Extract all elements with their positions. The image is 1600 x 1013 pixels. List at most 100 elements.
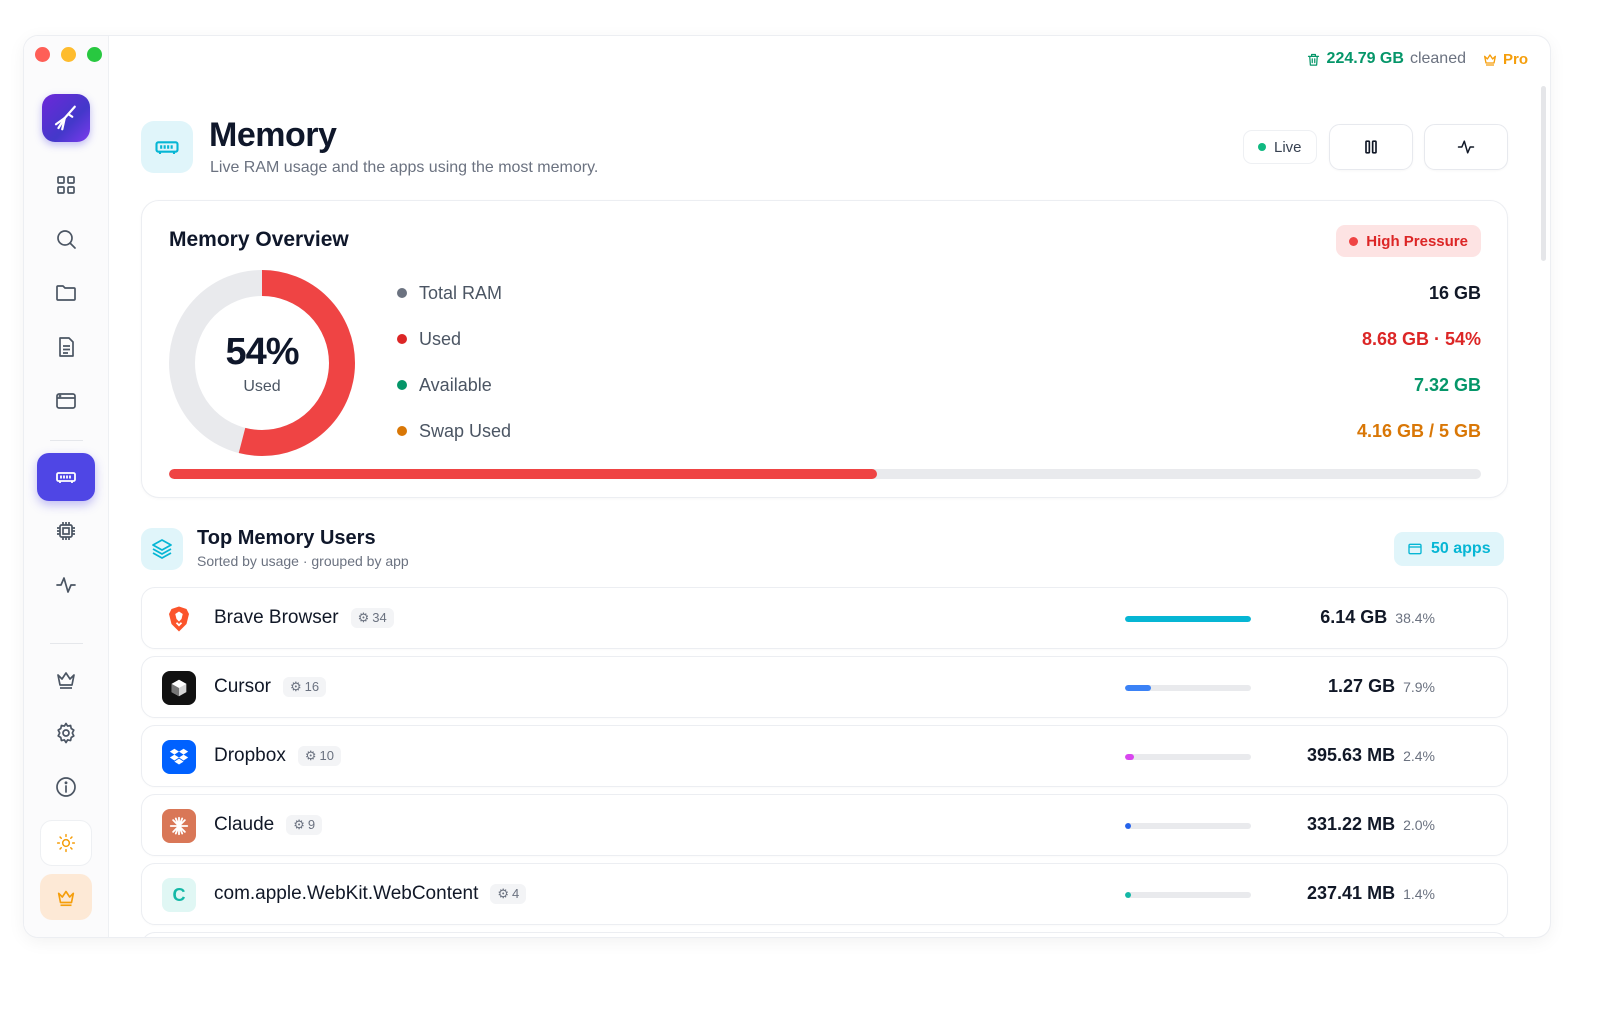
window-controls [35, 47, 102, 62]
app-size-percent: 7.9% [1403, 679, 1435, 695]
dropbox-icon [162, 740, 196, 774]
process-chip-icon: ⚙ [357, 609, 370, 625]
app-row[interactable]: C com.apple.WebKit.WebContent ⚙ 4 237.41 M… [141, 863, 1508, 925]
stat-dot [397, 426, 407, 436]
theme-toggle-button[interactable] [40, 820, 92, 866]
sidebar-item-windows[interactable] [37, 377, 95, 425]
live-status-badge: Live [1243, 130, 1317, 164]
pressure-badge: High Pressure [1336, 225, 1481, 257]
sidebar-item-cpu[interactable] [37, 507, 95, 555]
process-count-badge: ⚙ 4 [490, 883, 527, 904]
pressure-dot [1349, 236, 1359, 246]
process-chip-icon: ⚙ [497, 885, 510, 901]
cleaned-label: cleaned [1409, 50, 1466, 67]
cursor-icon [162, 671, 196, 705]
sidebar-item-search[interactable] [37, 215, 95, 263]
sidebar-item-dashboard[interactable] [37, 161, 95, 209]
app-letter: C [172, 884, 186, 905]
pause-button[interactable] [1329, 124, 1413, 170]
gear-icon [57, 722, 75, 744]
stat-row-available: Available 7.32 GB [397, 371, 1481, 399]
app-size-value: 395.63 MB [1307, 745, 1396, 765]
pause-icon [1365, 140, 1377, 154]
app-size-value: 6.14 GB [1320, 607, 1388, 627]
info-icon [56, 777, 76, 797]
app-usage-fill [1125, 892, 1131, 898]
folder-icon [56, 285, 76, 301]
top-users-subtitle: Sorted by usage · grouped by app [197, 553, 409, 569]
pro-link[interactable]: Pro [1482, 51, 1528, 68]
app-name-line: Dropbox ⚙ 10 [214, 745, 341, 767]
process-count: 4 [512, 886, 520, 902]
stat-value: 7.32 GB [1413, 374, 1481, 395]
app-row[interactable]: Cursor ⚙ 16 1.27 GB 7.9% [141, 656, 1508, 718]
scrollbar[interactable] [1541, 86, 1546, 261]
grid-icon [57, 176, 75, 194]
app-usage-bar [1125, 616, 1251, 622]
app-name: Dropbox [214, 745, 286, 766]
close-window-button[interactable] [35, 47, 50, 62]
stat-value: 8.68 GB · 54% [1361, 328, 1481, 349]
app-size: 237.41 MB 1.4% [1307, 883, 1435, 904]
process-chip-icon: ⚙ [293, 816, 305, 832]
app-logo [42, 94, 90, 142]
sidebar-item-documents[interactable] [37, 323, 95, 371]
app-usage-fill [1125, 616, 1251, 622]
zoom-window-button[interactable] [87, 47, 102, 62]
upgrade-pro-button[interactable] [40, 874, 92, 920]
minimize-window-button[interactable] [61, 47, 76, 62]
stat-dot [397, 288, 407, 298]
process-count-badge: ⚙ 9 [286, 814, 323, 835]
apps-count-button[interactable]: 50 apps [1394, 532, 1504, 566]
activity-icon [1457, 140, 1475, 154]
sidebar-divider [50, 440, 83, 441]
sidebar [24, 36, 109, 937]
app-name: Brave Browser [214, 607, 339, 628]
app-size-percent: 38.4% [1395, 610, 1435, 626]
sidebar-item-settings[interactable] [37, 709, 95, 757]
app-row-partial[interactable] [141, 932, 1508, 937]
memory-chip-icon [155, 141, 179, 154]
process-chip-icon: ⚙ [304, 747, 317, 763]
status-bar: 224.79 GB cleaned Pro [1306, 50, 1528, 68]
crown-icon [57, 672, 75, 689]
app-row[interactable]: Dropbox ⚙ 10 395.63 MB 2.4% [141, 725, 1508, 787]
app-window: 224.79 GB cleaned Pro Memory Live RAM us… [24, 36, 1550, 937]
app-usage-fill [1125, 823, 1132, 829]
app-row[interactable]: Brave Browser ⚙ 34 6.14 GB 38.4% [141, 587, 1508, 649]
stat-dot [397, 380, 407, 390]
donut-center: 54% Used [167, 268, 357, 458]
process-count: 34 [372, 610, 387, 626]
app-usage-bar [1125, 754, 1251, 760]
overview-title: Memory Overview [169, 228, 349, 251]
broom-icon [54, 105, 76, 131]
app-usage-bar [1125, 823, 1251, 829]
app-usage-bar [1125, 892, 1251, 898]
brave-icon [162, 602, 196, 636]
sidebar-item-files[interactable] [37, 269, 95, 317]
window-icon [56, 393, 76, 409]
claude-icon [162, 809, 196, 843]
stat-label: Total RAM [419, 282, 503, 303]
window-icon [1408, 543, 1422, 555]
app-name: Claude [214, 814, 275, 835]
app-name-line: Cursor ⚙ 16 [214, 676, 327, 698]
sidebar-item-memory[interactable] [37, 453, 95, 501]
sidebar-item-about[interactable] [37, 763, 95, 811]
memory-chip-icon [56, 472, 76, 483]
sidebar-divider [50, 643, 83, 644]
pressure-label: High Pressure [1366, 232, 1468, 250]
pro-label: Pro [1502, 50, 1528, 68]
sidebar-item-premium[interactable] [37, 655, 95, 703]
app-size: 395.63 MB 2.4% [1307, 745, 1435, 766]
activity-graph-button[interactable] [1424, 124, 1508, 170]
process-count: 16 [304, 679, 320, 695]
process-count-badge: ⚙ 16 [283, 676, 327, 697]
sidebar-item-activity[interactable] [37, 561, 95, 609]
page-title: Memory [209, 116, 337, 154]
stat-dot [397, 334, 407, 344]
process-count-badge: ⚙ 34 [350, 607, 394, 628]
page-subtitle: Live RAM usage and the apps using the mo… [210, 159, 599, 176]
app-row[interactable]: Claude ⚙ 9 331.22 MB 2.0% [141, 794, 1508, 856]
app-name-line: com.apple.WebKit.WebContent ⚙ 4 [214, 883, 527, 905]
